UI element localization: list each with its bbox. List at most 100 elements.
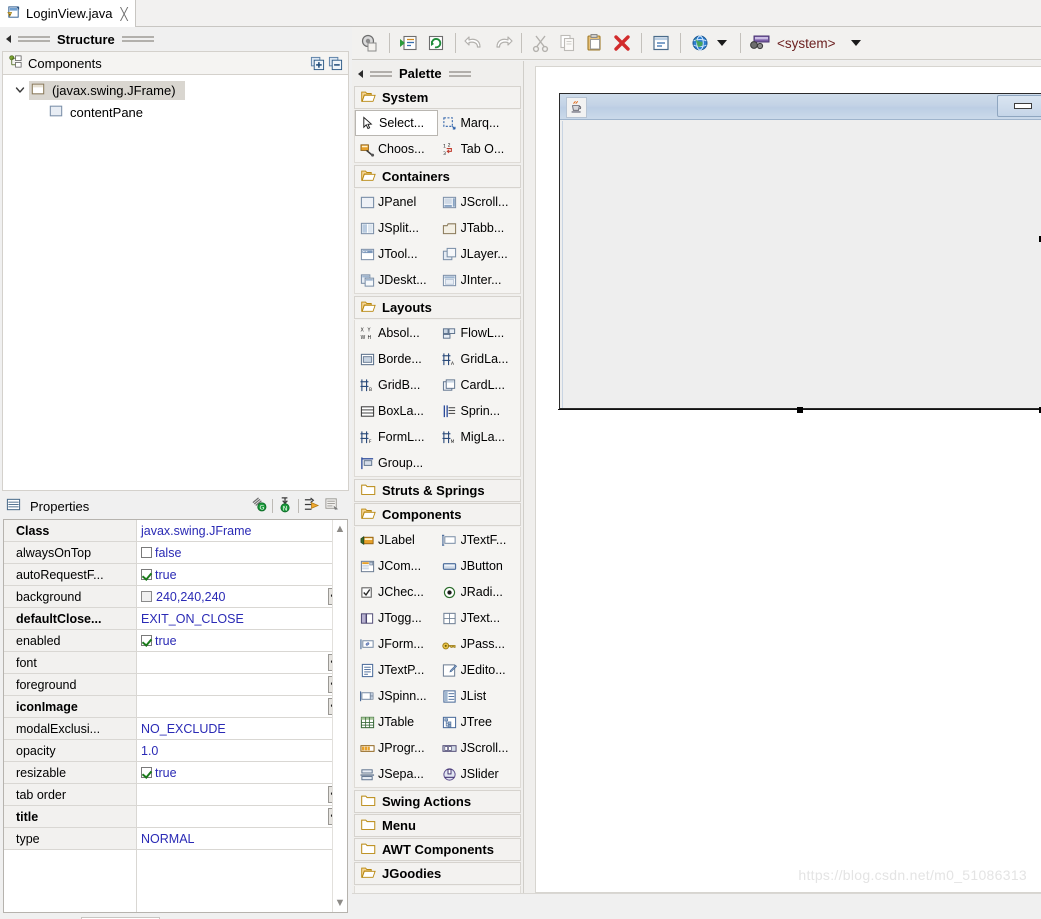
close-icon[interactable]: ╳ xyxy=(121,8,128,20)
palette-item-jbutton[interactable]: JButton xyxy=(438,553,521,579)
palette-item-jpass[interactable]: JPass... xyxy=(438,631,521,657)
palette-item-jsepa[interactable]: JSepa... xyxy=(355,761,438,787)
delete-icon[interactable] xyxy=(610,31,634,55)
property-value[interactable]: ••• xyxy=(137,696,347,717)
contentpane-preview[interactable] xyxy=(562,121,1041,408)
minimize-button[interactable] xyxy=(997,95,1041,117)
scroll-down-icon[interactable]: ▼ xyxy=(335,897,346,909)
palette-item-absol[interactable]: X Y W H Absol... xyxy=(355,320,438,346)
show-events-icon[interactable]: G xyxy=(251,496,268,516)
palette-item-jradi[interactable]: JRadi... xyxy=(438,579,521,605)
palette-item-jprogr[interactable]: JProgr... xyxy=(355,735,438,761)
property-row[interactable]: foreground••• xyxy=(4,674,347,696)
property-row[interactable]: iconImage••• xyxy=(4,696,347,718)
palette-item-jlist[interactable]: JList xyxy=(438,683,521,709)
chevron-left-icon[interactable] xyxy=(358,69,363,78)
design-canvas-surface[interactable] xyxy=(535,66,1041,893)
chevron-down-icon[interactable] xyxy=(11,85,29,95)
palette-item-jtextf[interactable]: JTextF... xyxy=(438,527,521,553)
palette-item-jtext[interactable]: JText... xyxy=(438,605,521,631)
editor-tab-loginview[interactable]: LoginView.java ╳ xyxy=(0,0,136,27)
palette-item-jslider[interactable]: JSlider xyxy=(438,761,521,787)
globe-icon[interactable] xyxy=(688,31,712,55)
palette-section-header[interactable]: Layouts xyxy=(354,296,521,319)
property-row[interactable]: alwaysOnTop false xyxy=(4,542,347,564)
property-row[interactable]: autoRequestF... true xyxy=(4,564,347,586)
property-row[interactable]: enabled true xyxy=(4,630,347,652)
resize-handle-bottom-center[interactable] xyxy=(797,407,803,413)
palette-item-cardl[interactable]: CardL... xyxy=(438,372,521,398)
palette-item-jspinn[interactable]: JSpinn... xyxy=(355,683,438,709)
property-row[interactable]: background240,240,240••• xyxy=(4,586,347,608)
property-value[interactable]: ••• xyxy=(137,784,347,805)
restore-default-value-icon[interactable] xyxy=(303,496,320,516)
checkbox-icon[interactable] xyxy=(141,635,152,646)
property-value[interactable]: 1.0 xyxy=(137,740,347,761)
expand-all-icon[interactable] xyxy=(308,54,326,72)
property-value[interactable]: NO_EXCLUDE xyxy=(137,718,347,739)
property-row[interactable]: opacity 1.0 xyxy=(4,740,347,762)
property-value[interactable]: NORMAL xyxy=(137,828,347,849)
palette-item-jtogg[interactable]: JTogg... xyxy=(355,605,438,631)
palette-item-boxla[interactable]: BoxLa... xyxy=(355,398,438,424)
property-value[interactable]: ••• xyxy=(137,674,347,695)
locale-icon[interactable] xyxy=(748,31,772,55)
palette-item-sprin[interactable]: Sprin... xyxy=(438,398,521,424)
palette-section-header[interactable]: AWT Components xyxy=(354,838,521,861)
show-advanced-properties-icon[interactable]: N xyxy=(277,496,294,516)
design-canvas-area[interactable]: https://blog.csdn.net/m0_51086313 xyxy=(524,61,1041,893)
properties-scrollbar[interactable]: ▲ ▼ xyxy=(332,520,347,912)
palette-item-jform[interactable]: # JForm... xyxy=(355,631,438,657)
collapse-all-icon[interactable] xyxy=(326,54,344,72)
jframe-titlebar[interactable] xyxy=(560,94,1041,120)
palette-item-jtable[interactable]: JTable xyxy=(355,709,438,735)
palette-item-jtool[interactable]: JTool... xyxy=(355,241,438,267)
checkbox-icon[interactable] xyxy=(141,547,152,558)
palette-item-jchec[interactable]: JChec... xyxy=(355,579,438,605)
palette-section-header[interactable]: JGoodies xyxy=(354,862,521,885)
property-row[interactable]: type NORMAL xyxy=(4,828,347,850)
property-value[interactable]: true xyxy=(137,564,347,585)
palette-section-header[interactable]: Struts & Springs xyxy=(354,479,521,502)
palette-item-jcom[interactable]: JCom... xyxy=(355,553,438,579)
test-window-icon[interactable] xyxy=(358,31,382,55)
property-row[interactable]: modalExclusi... NO_EXCLUDE xyxy=(4,718,347,740)
palette-section-header[interactable]: Menu xyxy=(354,814,521,837)
property-value[interactable]: true xyxy=(137,762,347,783)
property-row[interactable]: defaultClose... EXIT_ON_CLOSE xyxy=(4,608,347,630)
property-value[interactable]: EXIT_ON_CLOSE xyxy=(137,608,347,629)
palette-item-jinter[interactable]: JInter... xyxy=(438,267,521,293)
palette-item-group[interactable]: Group... xyxy=(355,450,438,476)
components-tree[interactable]: (javax.swing.JFrame) contentPane xyxy=(2,75,349,491)
undo-icon[interactable] xyxy=(463,31,487,55)
palette-item-jscroll[interactable]: JScroll... xyxy=(438,189,521,215)
property-value[interactable]: true xyxy=(137,630,347,651)
test-layout-icon[interactable] xyxy=(649,31,673,55)
palette-section-header[interactable]: Components xyxy=(354,503,521,526)
palette-item-jedito[interactable]: JEdito... xyxy=(438,657,521,683)
palette-item-jsplit[interactable]: JSplit... xyxy=(355,215,438,241)
refresh-icon[interactable] xyxy=(424,31,448,55)
palette-item-gridla[interactable]: A GridLa... xyxy=(438,346,521,372)
chevron-left-icon[interactable] xyxy=(6,35,11,43)
palette-item-flowl[interactable]: FlowL... xyxy=(438,320,521,346)
palette-item-migla[interactable]: M MigLa... xyxy=(438,424,521,450)
checkbox-icon[interactable] xyxy=(141,767,152,778)
jframe-preview[interactable] xyxy=(559,93,1041,409)
paste-icon[interactable] xyxy=(583,31,607,55)
property-row[interactable]: resizable true xyxy=(4,762,347,784)
tree-row-contentpane[interactable]: contentPane xyxy=(3,101,348,123)
copy-icon[interactable] xyxy=(556,31,580,55)
palette-item-jlabel[interactable]: JLabel xyxy=(355,527,438,553)
palette-item-gridb[interactable]: B GridB... xyxy=(355,372,438,398)
scroll-up-icon[interactable]: ▲ xyxy=(335,523,346,535)
palette-item-select[interactable]: Select... xyxy=(355,110,438,136)
globe-dropdown-caret-icon[interactable] xyxy=(717,40,727,46)
property-value[interactable]: 240,240,240••• xyxy=(137,586,347,607)
property-value[interactable]: ••• xyxy=(137,652,347,673)
palette-item-jtree[interactable]: JTree xyxy=(438,709,521,735)
redo-icon[interactable] xyxy=(490,31,514,55)
palette-section-header[interactable]: System xyxy=(354,86,521,109)
palette-item-borde[interactable]: Borde... xyxy=(355,346,438,372)
tree-row-jframe[interactable]: (javax.swing.JFrame) xyxy=(3,79,348,101)
